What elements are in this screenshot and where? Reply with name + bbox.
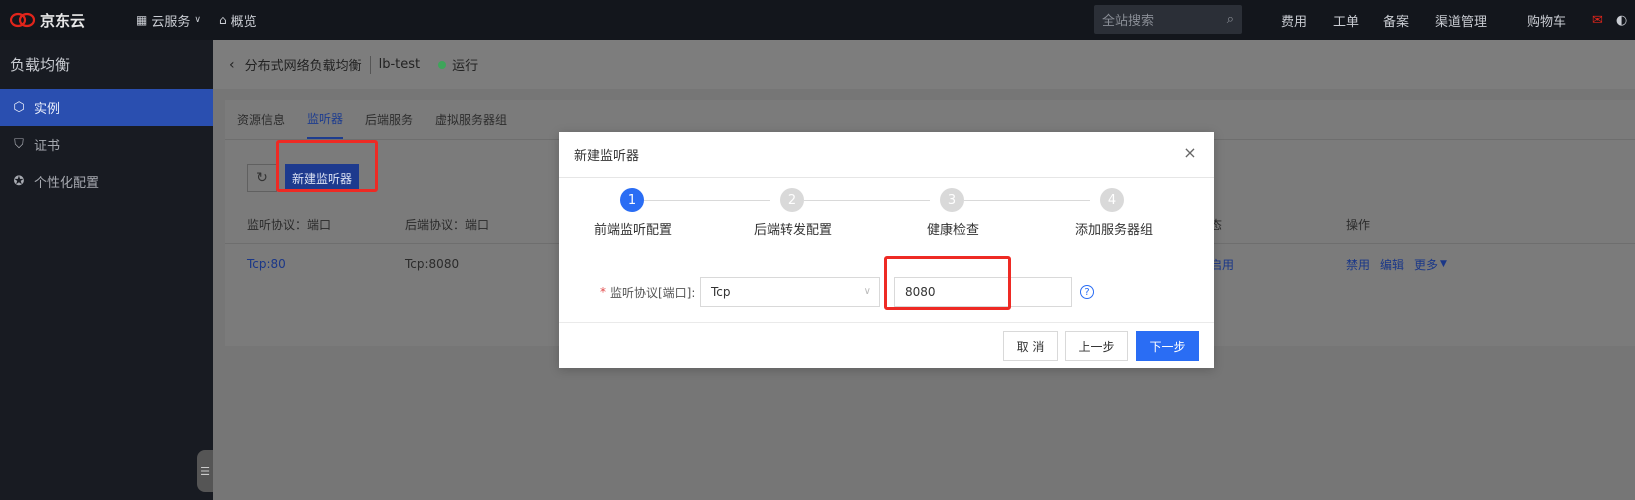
cart-label: 购物车 [1527,14,1567,30]
user-icon[interactable]: ◐ [1616,0,1627,40]
refresh-icon: ↻ [256,170,268,186]
step-3-circle: 3 [940,188,964,212]
dialog-footer: 取 消 上一步 下一步 [559,322,1214,368]
edit-link[interactable]: 编辑 [1380,244,1404,284]
cloud-services-label: 云服务 [151,14,191,30]
caret-down-icon: ▼ [1440,259,1447,269]
overview-link[interactable]: ⌂ 概览 [219,11,257,30]
required-asterisk: * [600,285,606,299]
step-2-label: 后端转发配置 [754,223,833,238]
mail-icon[interactable]: ✉ [1592,0,1603,40]
tab-virtual-server-group[interactable]: 虚拟服务器组 [435,99,507,139]
jdcloud-logo-icon [10,12,36,28]
top-link-channel[interactable]: 渠道管理 [1435,0,1487,40]
step-connector [644,200,770,201]
next-step-button[interactable]: 下一步 [1136,331,1199,361]
sidebar-item-instance[interactable]: ⬡ 实例 [0,89,213,126]
top-link-fee[interactable]: 费用 [1281,0,1307,40]
dialog-title: 新建监听器 [574,149,640,164]
top-bar: 京东云 ▦ 云服务 ∨ ⌂ 概览 全站搜索 ⌕ 费用 工单 备案 渠道管理 购物… [0,0,1635,40]
chevron-down-icon: ∨ [194,15,201,25]
col-actions: 操作 [1346,217,1371,232]
refresh-button[interactable]: ↻ [247,164,277,192]
star-circle-icon: ✪ [13,174,25,189]
step-1-label: 前端监听配置 [594,223,673,238]
step-connector [964,200,1090,201]
service-name: 分布式网络负载均衡 [244,59,362,74]
cancel-button[interactable]: 取 消 [1003,331,1058,361]
chevron-down-icon: ∨ [863,286,871,297]
top-link-ticket[interactable]: 工单 [1333,0,1359,40]
fee-label: 费用 [1281,14,1308,30]
highlight-box-new-listener [276,140,378,192]
step-connector [804,200,930,201]
top-link-filing[interactable]: 备案 [1383,0,1409,40]
sidebar-item-label: 实例 [34,102,61,117]
top-link-cart[interactable]: 购物车 [1527,0,1566,40]
sidebar-item-label: 证书 [34,139,61,154]
list-icon: ☰ [200,464,210,478]
grid-icon: ▦ [136,13,148,27]
help-icon[interactable]: ? [1080,285,1094,299]
sidebar-collapse-handle[interactable]: ☰ [197,450,213,492]
more-label: 更多 [1414,257,1439,272]
step-2-circle: 2 [780,188,804,212]
step-4-circle: 4 [1100,188,1124,212]
sidebar-title: 负载均衡 [10,56,71,74]
disable-link[interactable]: 禁用 [1346,244,1370,284]
search-placeholder: 全站搜索 [1102,14,1155,29]
listener-protocol-label: * 监听协议[端口]: [600,277,695,307]
listener-link[interactable]: Tcp:80 [247,244,286,284]
filing-label: 备案 [1383,14,1410,30]
logo-text: 京东云 [40,11,86,30]
protocol-value: Tcp [711,285,731,299]
search-icon[interactable]: ⌕ [1227,12,1234,27]
sidebar: 负载均衡 ⬡ 实例 ⛉ 证书 ✪ 个性化配置 ☰ [0,40,213,500]
instance-name: lb-test [378,57,421,72]
search-input[interactable]: 全站搜索 ⌕ [1094,5,1242,34]
back-chevron-icon[interactable]: ‹ [229,57,235,73]
step-3-label: 健康检查 [927,223,980,238]
more-menu[interactable]: 更多 ▼ [1414,244,1447,284]
tab-backend-service[interactable]: 后端服务 [365,99,413,139]
sidebar-item-custom-config[interactable]: ✪ 个性化配置 [0,163,213,200]
tab-listener[interactable]: 监听器 [307,99,344,139]
tab-resource-info[interactable]: 资源信息 [237,99,285,139]
step-1-circle: 1 [620,188,644,212]
sidebar-item-label: 个性化配置 [34,176,100,191]
logo[interactable]: 京东云 [10,10,120,31]
col-backend: 后端协议：端口 [405,217,490,232]
hexagon-icon: ⬡ [13,100,25,115]
protocol-select[interactable]: Tcp ∨ [700,277,880,307]
dialog-header: 新建监听器 × [559,132,1214,178]
col-listener: 监听协议：端口 [247,217,332,232]
ticket-label: 工单 [1333,14,1360,30]
status-dot-icon [438,60,447,69]
instance-header: ‹ 分布式网络负载均衡 lb-test 运行 [213,40,1635,89]
channel-label: 渠道管理 [1435,14,1488,30]
overview-label: 概览 [230,14,257,30]
shield-icon: ⛉ [14,137,24,152]
highlight-box-port [884,256,1011,310]
listener-protocol-text: 监听协议[端口]: [610,285,696,300]
home-icon: ⌂ [218,13,227,27]
sidebar-item-certificate[interactable]: ⛉ 证书 [0,126,213,163]
step-indicator: 1 2 3 4 前端监听配置 后端转发配置 健康检查 添加服务器组 [559,188,1214,248]
backend-port: Tcp:8080 [405,257,460,271]
cloud-services-menu[interactable]: ▦ 云服务 ∨ [136,11,201,30]
close-icon[interactable]: × [1182,145,1198,161]
prev-step-button[interactable]: 上一步 [1065,331,1128,361]
header-divider [369,55,371,74]
new-listener-dialog: 新建监听器 × 1 2 3 4 前端监听配置 后端转发配置 健康检查 添加服务器… [559,132,1214,368]
step-4-label: 添加服务器组 [1075,223,1154,238]
instance-status: 运行 [452,59,479,74]
